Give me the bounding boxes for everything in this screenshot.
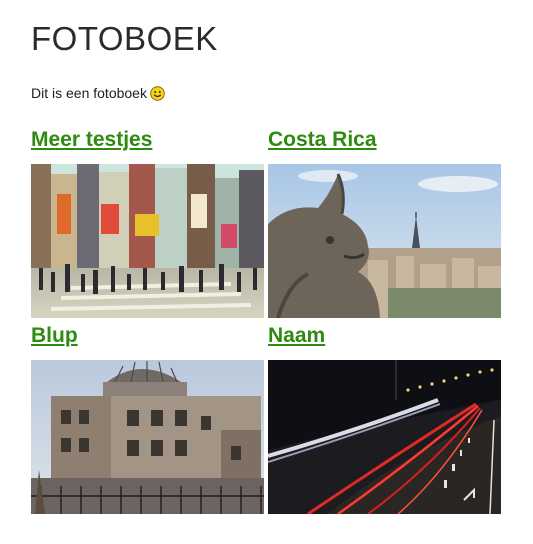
page-title: FOTOBOEK bbox=[31, 20, 218, 57]
intro-label: Dit is een fotoboek bbox=[31, 85, 147, 101]
album-card-blup: Blup bbox=[31, 323, 265, 515]
album-card-meer-testjes: Meer testjes bbox=[31, 127, 265, 319]
intro-text: Dit is een fotoboek bbox=[31, 84, 165, 105]
smiley-icon bbox=[150, 86, 165, 105]
album-thumbnail-image[interactable] bbox=[31, 360, 264, 514]
album-thumbnail-image[interactable] bbox=[31, 164, 264, 318]
album-title-link[interactable]: Costa Rica bbox=[268, 127, 502, 153]
album-title-link[interactable]: Meer testjes bbox=[31, 127, 265, 153]
album-title-link[interactable]: Naam bbox=[268, 323, 502, 349]
album-card-costa-rica: Costa Rica bbox=[268, 127, 502, 319]
album-thumbnail-image[interactable] bbox=[268, 360, 501, 514]
album-thumbnail-image[interactable] bbox=[268, 164, 501, 318]
album-title-link[interactable]: Blup bbox=[31, 323, 265, 349]
album-card-naam: Naam bbox=[268, 323, 502, 515]
